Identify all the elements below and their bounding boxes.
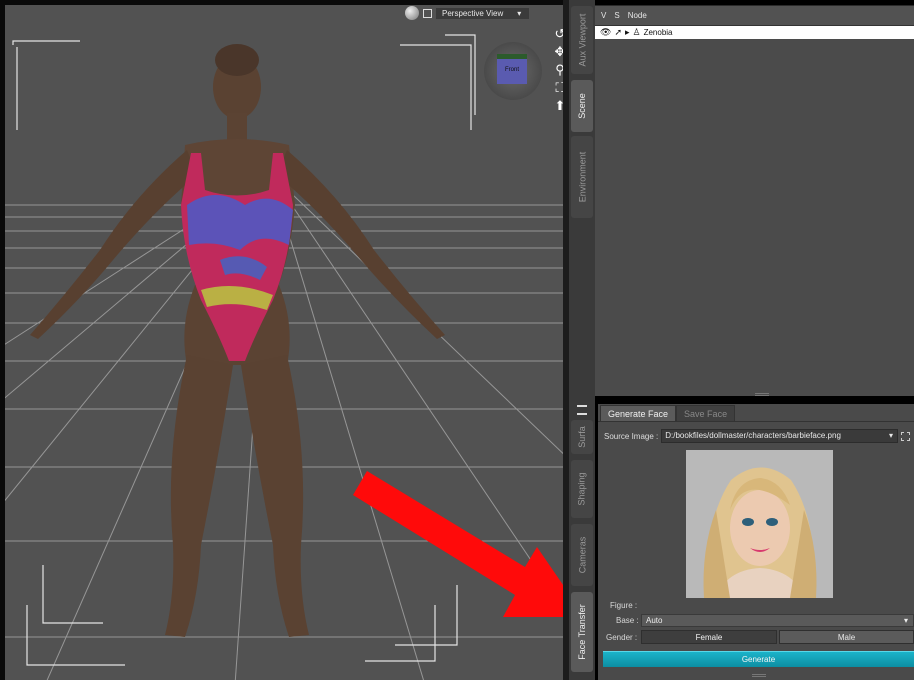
tab-surfaces[interactable]: Surfa (571, 420, 593, 454)
gender-male-button[interactable]: Male (779, 630, 914, 644)
col-selectable[interactable]: S (614, 11, 619, 20)
portrait-illustration (686, 450, 833, 598)
eye-icon[interactable]: 👁 (600, 28, 611, 37)
base-select[interactable]: Auto ▾ (641, 614, 914, 627)
tab-label: Environment (577, 151, 587, 203)
expand-arrow-icon[interactable]: ▸ (625, 28, 630, 37)
scene-node-row[interactable]: 👁 ➚ ▸ ♙ Zenobia (595, 26, 914, 39)
source-image-label: Source Image : (604, 431, 659, 441)
frame-icon[interactable]: ⛶ (553, 81, 563, 95)
panel-bottom-grip[interactable] (752, 674, 766, 677)
tab-environment[interactable]: Environment (571, 136, 593, 218)
source-image-select[interactable]: D:/bookfiles/dollmaster/characters/barbi… (661, 429, 898, 443)
tab-label: Aux Viewport (577, 13, 587, 67)
browse-file-icon[interactable] (901, 431, 910, 441)
figure-label: Figure : (610, 601, 638, 610)
select-arrow-icon[interactable]: ➚ (614, 28, 622, 37)
pan-icon[interactable]: ✥ (553, 45, 563, 59)
tab-cameras[interactable]: Cameras (571, 524, 593, 586)
col-node[interactable]: Node (628, 11, 647, 20)
tab-label: Scene (577, 93, 587, 119)
side-tab-strip: Aux Viewport Scene Environment Surfa Sha… (569, 0, 595, 680)
viewport-tools: ↺ ✥ ⚲ ⛶ ⬆ (553, 27, 563, 113)
panel-menu-icon[interactable] (577, 405, 587, 415)
base-value: Auto (646, 616, 663, 625)
scene-header: V S Node (595, 6, 914, 26)
grid-icon (423, 8, 432, 18)
node-name: Zenobia (643, 28, 673, 37)
panel-split-grip[interactable] (755, 393, 769, 396)
gender-female-button[interactable]: Female (641, 630, 777, 644)
view-title: Perspective View (442, 8, 504, 18)
source-image-preview (686, 450, 833, 598)
orbit-icon[interactable]: ↺ (553, 27, 563, 41)
viewport-scene (5, 34, 563, 680)
draw-style-sphere-icon[interactable] (405, 6, 419, 20)
red-annotation-arrow (353, 471, 563, 617)
tab-label: Face Transfer (577, 604, 587, 660)
view-cube-front[interactable]: Front (497, 54, 527, 84)
tab-face-transfer[interactable]: Face Transfer (571, 592, 593, 672)
viewport-header: Perspective View ▾ (405, 5, 530, 21)
tab-generate-face[interactable]: Generate Face (600, 405, 677, 421)
chevron-down-icon: ▾ (517, 8, 522, 18)
view-cube-navigator[interactable]: Front (484, 42, 542, 100)
tab-label: Shaping (577, 472, 587, 506)
view-selector[interactable]: Perspective View ▾ (436, 7, 530, 19)
col-visible[interactable]: V (601, 11, 606, 20)
chevron-down-icon: ▾ (903, 616, 908, 625)
base-label: Base : (616, 616, 639, 625)
zoom-icon[interactable]: ⚲ (553, 63, 563, 77)
source-image-path: D:/bookfiles/dollmaster/characters/barbi… (665, 431, 841, 440)
tab-scene[interactable]: Scene (571, 80, 593, 132)
figure-node-icon: ♙ (632, 27, 641, 37)
face-transfer-panel: Generate Face Save Face Source Image : D… (598, 404, 914, 680)
3d-viewport[interactable]: Perspective View ▾ Front ↺ ✥ ⚲ ⛶ ⬆ (0, 0, 563, 680)
chevron-down-icon: ▾ (888, 431, 893, 440)
face-transfer-tabs: Generate Face Save Face (598, 404, 914, 422)
tab-aux-viewport[interactable]: Aux Viewport (571, 6, 593, 74)
tab-shaping[interactable]: Shaping (571, 460, 593, 518)
scene-panel: V S Node 👁 ➚ ▸ ♙ Zenobia (595, 5, 914, 396)
reset-icon[interactable]: ⬆ (553, 99, 563, 113)
gender-label: Gender : (606, 633, 638, 642)
tab-label: Cameras (577, 536, 588, 574)
tab-save-face[interactable]: Save Face (676, 405, 736, 421)
generate-button[interactable]: Generate (603, 651, 914, 667)
source-image-row: Source Image : D:/bookfiles/dollmaster/c… (604, 429, 914, 443)
tab-label: Surfa (576, 426, 587, 448)
